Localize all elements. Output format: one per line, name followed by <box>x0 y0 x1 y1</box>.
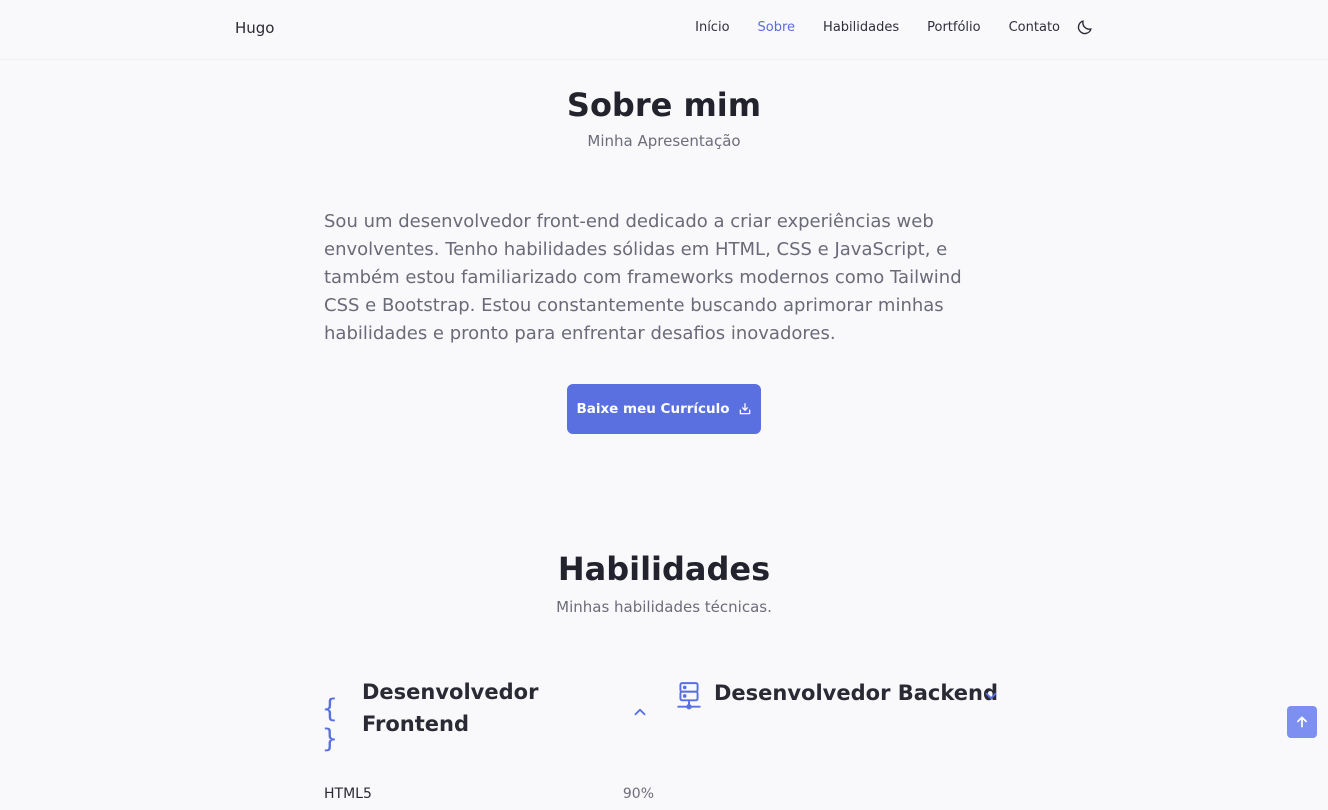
arrow-up-icon <box>1297 716 1307 728</box>
scroll-top-button[interactable] <box>1287 706 1317 738</box>
backend-title: Desenvolvedor Backend <box>714 681 998 705</box>
skill-name: HTML5 <box>324 786 372 802</box>
skills-subtitle: Minhas habilidades técnicas. <box>556 598 772 616</box>
about-title: Sobre mim <box>566 86 762 124</box>
nav-item-inicio[interactable]: Início <box>695 20 729 35</box>
header: Hugo Início Sobre Habilidades Portfólio … <box>0 0 1328 60</box>
server-icon <box>677 682 701 710</box>
about-description: Sou um desenvolvedor front-end dedicado … <box>324 211 962 344</box>
frontend-title-line2: Frontend <box>362 712 469 736</box>
braces-icon: { } <box>322 694 338 754</box>
nav-item-portfolio[interactable]: Portfólio <box>927 20 980 35</box>
download-cv-button[interactable]: Baixe meu Currículo <box>567 384 761 434</box>
about-subtitle: Minha Apresentação <box>587 132 741 150</box>
nav-menu: Início Sobre Habilidades Portfólio Conta… <box>695 18 1094 36</box>
download-icon <box>739 403 750 415</box>
download-cv-label: Baixe meu Currículo <box>576 401 730 417</box>
chevron-up-icon[interactable] <box>631 703 649 721</box>
chevron-down-icon[interactable] <box>982 687 1000 705</box>
frontend-title-line1: Desenvolvedor <box>362 680 539 704</box>
nav-item-contato[interactable]: Contato <box>1009 20 1060 35</box>
skills-title: Habilidades <box>557 550 771 588</box>
skill-percent: 90% <box>622 786 654 802</box>
nav-item-habilidades[interactable]: Habilidades <box>823 20 899 35</box>
nav-item-sobre[interactable]: Sobre <box>758 20 796 35</box>
backend-skill-header[interactable]: Desenvolvedor Backend <box>676 677 998 711</box>
moon-icon[interactable] <box>1076 18 1094 36</box>
frontend-skill-header[interactable]: { } Desenvolvedor Frontend <box>322 676 538 754</box>
logo[interactable]: Hugo <box>235 19 275 37</box>
